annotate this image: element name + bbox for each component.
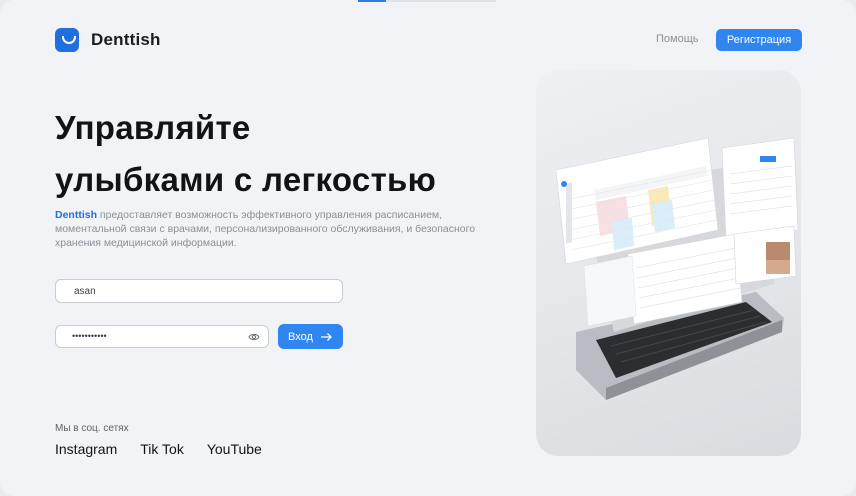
page-indicator-active: [358, 0, 386, 2]
register-button[interactable]: Регистрация: [716, 29, 802, 51]
eye-icon[interactable]: [248, 331, 260, 343]
logo[interactable]: Denttish: [55, 28, 161, 52]
social-links: Instagram Tik Tok YouTube: [55, 441, 262, 457]
page-indicator: [358, 0, 496, 2]
login-input[interactable]: [55, 279, 343, 303]
page: Denttish Помощь Регистрация Управляйте у…: [0, 0, 856, 496]
youtube-link[interactable]: YouTube: [207, 441, 262, 457]
password-field[interactable]: •••••••••••: [55, 325, 269, 348]
logo-icon: [55, 28, 79, 52]
login-button-label: Вход: [288, 330, 313, 343]
hero-title-line2: улыбками с легкостью: [55, 161, 437, 198]
help-link[interactable]: Помощь: [656, 33, 699, 45]
brand-name: Denttish: [91, 30, 161, 49]
hero-description: Denttish предоставляет возможность эффек…: [55, 208, 495, 250]
login-button[interactable]: Вход: [278, 324, 343, 349]
tiktok-link[interactable]: Tik Tok: [140, 441, 184, 457]
arrow-right-icon: [320, 332, 332, 341]
hero-title-line1: Управляйте: [55, 109, 251, 146]
description-brand: Denttish: [55, 209, 97, 221]
social-caption: Мы в соц. сетях: [55, 423, 129, 434]
instagram-link[interactable]: Instagram: [55, 441, 117, 457]
laptop-illustration: [536, 70, 801, 456]
password-input[interactable]: •••••••••••: [56, 326, 236, 347]
description-text: предоставляет возможность эффективного у…: [55, 209, 476, 249]
laptop-mockup-image: [555, 137, 799, 400]
hero-title: Управляйте улыбками с легкостью: [55, 102, 515, 206]
